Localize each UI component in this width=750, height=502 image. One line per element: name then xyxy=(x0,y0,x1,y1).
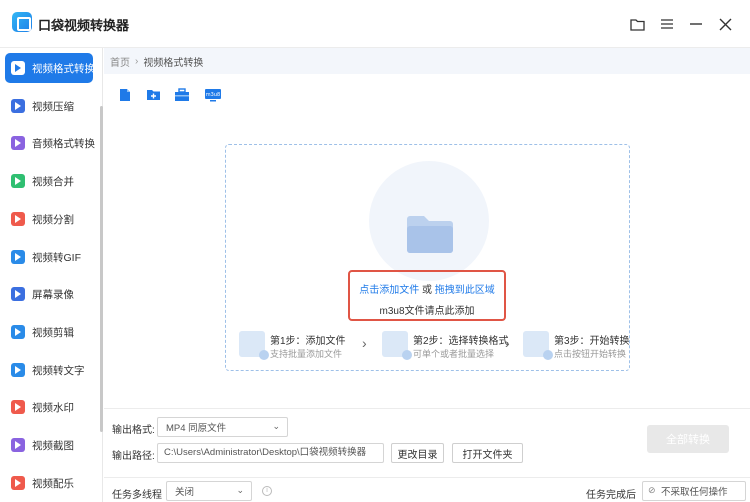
video-tool-icon xyxy=(11,325,25,339)
folder-icon[interactable] xyxy=(626,13,648,35)
chevron-down-icon: ⌄ xyxy=(272,421,280,431)
breadcrumb-separator: › xyxy=(135,55,139,67)
add-file-icon[interactable] xyxy=(118,88,134,102)
sidebar: 视频格式转换 视频压缩音频格式转换 视频合并视频分割视频转GIF 屏幕录像视频剪辑视频… xyxy=(0,48,103,502)
open-folder-button[interactable]: 打开文件夹 xyxy=(452,443,523,463)
change-directory-button[interactable]: 更改目录 xyxy=(391,443,444,463)
after-task-value: 不采取任何操作 xyxy=(661,487,728,498)
sidebar-item-6[interactable]: 视频转GIF xyxy=(5,242,93,272)
app-logo-icon xyxy=(12,12,32,32)
step-3: 第3步：开始转换 点击按钮开始转换 xyxy=(523,331,630,361)
sidebar-item-label: 视频分割 xyxy=(32,213,74,226)
main-panel: 首页 › 视频格式转换 m3u8 点击添加文件 或 拖拽到此区域 m3u8文件请… xyxy=(104,48,750,502)
sidebar-item-5[interactable]: 视频分割 xyxy=(5,204,93,234)
drop-zone[interactable]: 点击添加文件 或 拖拽到此区域 m3u8文件请点此添加 第1步：添加文件 支持批… xyxy=(225,144,630,371)
multithread-select[interactable]: 关闭 ⌄ xyxy=(166,481,252,501)
video-tool-icon xyxy=(11,476,25,490)
sidebar-item-12[interactable]: 视频配乐 xyxy=(5,468,93,498)
step-1-subtitle: 支持批量添加文件 xyxy=(270,349,343,359)
sidebar-item-label: 视频转文字 xyxy=(32,364,85,377)
output-settings: 输出格式: MP4 同原文件 ⌄ 输出路径: C:\Users\Administ… xyxy=(104,408,750,502)
video-tool-icon xyxy=(11,438,25,452)
sidebar-item-label: 视频格式转换 xyxy=(32,62,95,75)
sidebar-item-1[interactable]: 视频格式转换 xyxy=(5,53,95,83)
title-bar: 口袋视频转换器 xyxy=(0,0,750,48)
add-file-step-icon xyxy=(239,331,269,360)
video-tool-icon xyxy=(11,61,25,75)
drag-here-link[interactable]: 拖拽到此区域 xyxy=(435,285,495,296)
step-2: 第2步：选择转换格式 可单个或者批量选择 xyxy=(382,331,509,361)
breadcrumb-home[interactable]: 首页 xyxy=(110,54,130,69)
step-2-title: 第2步：选择转换格式 xyxy=(413,336,509,347)
sidebar-item-label: 音频格式转换 xyxy=(32,137,95,150)
video-tool-icon xyxy=(11,400,25,414)
add-folder-icon[interactable] xyxy=(146,88,162,102)
sidebar-item-label: 视频压缩 xyxy=(32,100,74,113)
video-tool-icon xyxy=(11,99,25,113)
sidebar-item-7[interactable]: 屏幕录像 xyxy=(5,279,93,309)
step-arrow-1: › xyxy=(362,335,367,351)
breadcrumb-current: 视频格式转换 xyxy=(143,57,204,69)
step-3-subtitle: 点击按钮开始转换 xyxy=(554,349,627,359)
multithread-label: 任务多线程 xyxy=(112,490,162,501)
format-step-icon xyxy=(382,331,412,360)
sidebar-item-label: 视频截图 xyxy=(32,439,74,452)
sidebar-item-3[interactable]: 音频格式转换 xyxy=(5,128,95,158)
breadcrumb: 首页 › 视频格式转换 xyxy=(104,48,750,74)
convert-all-button[interactable]: 全部转换 xyxy=(647,425,729,453)
multithread-value: 关闭 xyxy=(175,487,195,498)
minimize-button[interactable] xyxy=(685,13,707,35)
sidebar-item-label: 视频水印 xyxy=(32,401,74,414)
output-format-label: 输出格式: xyxy=(112,425,155,436)
video-tool-icon xyxy=(11,174,25,188)
sidebar-item-label: 视频剪辑 xyxy=(32,326,74,339)
sidebar-item-2[interactable]: 视频压缩 xyxy=(5,91,93,121)
video-tool-icon xyxy=(11,287,25,301)
folder-illustration-icon xyxy=(407,215,453,253)
or-text: 或 xyxy=(419,285,435,296)
video-tool-icon xyxy=(11,212,25,226)
sidebar-item-11[interactable]: 视频截图 xyxy=(5,430,93,460)
step-1-title: 第1步：添加文件 xyxy=(270,336,346,347)
output-path-field[interactable]: C:\Users\Administrator\Desktop\口袋视频转换器 xyxy=(157,443,384,463)
m3u8-icon-label: m3u8 xyxy=(206,92,220,98)
sidebar-item-9[interactable]: 视频转文字 xyxy=(5,355,93,385)
sidebar-item-label: 视频转GIF xyxy=(32,251,81,264)
footer-bar: 任务多线程 关闭 ⌄ i 任务完成后 ⊘ 不采取任何操作 xyxy=(104,477,750,502)
close-button[interactable] xyxy=(714,13,736,35)
step-1: 第1步：添加文件 支持批量添加文件 xyxy=(239,331,349,361)
prohibit-icon: ⊘ xyxy=(648,485,656,495)
sidebar-item-label: 屏幕录像 xyxy=(32,288,74,301)
output-format-value: MP4 同原文件 xyxy=(166,423,227,434)
step-arrow-2: › xyxy=(505,335,510,351)
sidebar-scrollbar[interactable] xyxy=(100,106,103,432)
video-tool-icon xyxy=(11,363,25,377)
sidebar-item-8[interactable]: 视频剪辑 xyxy=(5,317,93,347)
sidebar-item-label: 视频配乐 xyxy=(32,477,74,490)
menu-icon[interactable] xyxy=(656,13,678,35)
output-path-label: 输出路径: xyxy=(112,451,155,462)
convert-step-icon xyxy=(523,331,553,360)
chevron-down-icon: ⌄ xyxy=(236,485,244,495)
step-2-subtitle: 可单个或者批量选择 xyxy=(413,349,495,359)
after-task-select[interactable]: ⊘ 不采取任何操作 xyxy=(642,481,746,501)
output-format-select[interactable]: MP4 同原文件 ⌄ xyxy=(157,417,288,437)
m3u8-icon[interactable]: m3u8 xyxy=(204,88,222,102)
add-file-line: 点击添加文件 或 拖拽到此区域 xyxy=(350,281,504,296)
info-icon[interactable]: i xyxy=(262,486,272,496)
video-tool-icon xyxy=(11,250,25,264)
sidebar-item-4[interactable]: 视频合并 xyxy=(5,166,93,196)
add-file-highlight: 点击添加文件 或 拖拽到此区域 m3u8文件请点此添加 xyxy=(348,270,506,321)
add-file-link[interactable]: 点击添加文件 xyxy=(359,285,419,296)
after-task-label: 任务完成后 xyxy=(586,490,636,501)
step-3-title: 第3步：开始转换 xyxy=(554,336,630,347)
video-tool-icon xyxy=(11,136,25,150)
m3u8-add-link[interactable]: m3u8文件请点此添加 xyxy=(350,302,504,317)
sidebar-item-label: 视频合并 xyxy=(32,175,74,188)
sidebar-item-10[interactable]: 视频水印 xyxy=(5,392,93,422)
app-title: 口袋视频转换器 xyxy=(38,18,130,33)
toolbox-icon[interactable] xyxy=(174,88,190,102)
